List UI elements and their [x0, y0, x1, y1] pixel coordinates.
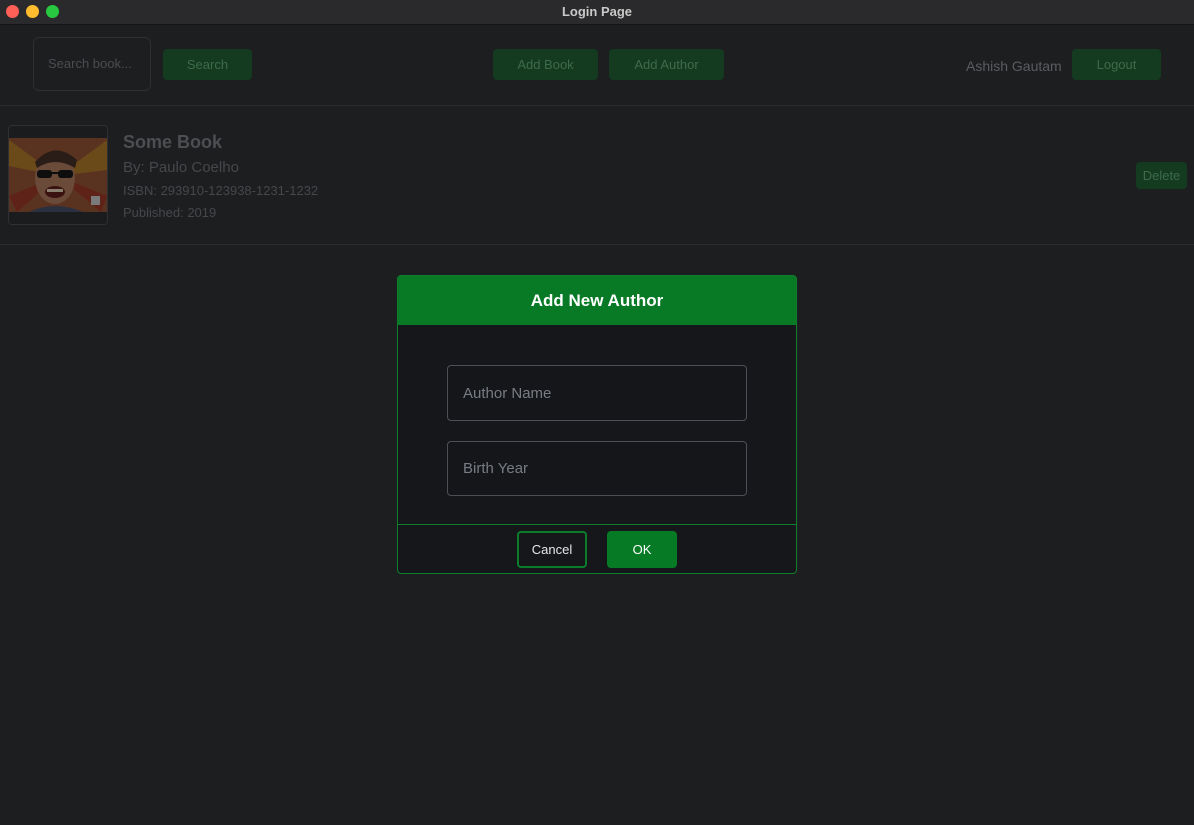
top-toolbar: Search book... Search Add Book Add Autho… [0, 25, 1194, 106]
birth-year-input[interactable] [447, 441, 747, 496]
search-input[interactable]: Search book... [33, 37, 151, 91]
book-published: Published: 2019 [123, 205, 217, 220]
dialog-title: Add New Author [398, 276, 796, 325]
window-titlebar: Login Page [0, 0, 1194, 25]
add-book-button[interactable]: Add Book [493, 49, 598, 80]
dialog-footer: Cancel OK [398, 524, 796, 573]
book-list-item: Some Book By: Paulo Coelho ISBN: 293910-… [0, 106, 1194, 245]
book-author: By: Paulo Coelho [123, 159, 239, 176]
book-isbn: ISBN: 293910-123938-1231-1232 [123, 183, 319, 198]
add-author-button[interactable]: Add Author [609, 49, 724, 80]
search-button[interactable]: Search [163, 49, 252, 80]
author-name-input[interactable] [447, 365, 747, 421]
book-title: Some Book [123, 132, 223, 152]
add-author-dialog: Add New Author Cancel OK [397, 275, 797, 574]
cancel-button[interactable]: Cancel [517, 531, 587, 568]
book-cover-image [8, 125, 108, 225]
window-title: Login Page [561, 4, 633, 19]
user-name: Ashish Gautam [966, 58, 1062, 74]
delete-book-button[interactable]: Delete [1136, 162, 1187, 189]
ok-button[interactable]: OK [607, 531, 677, 568]
logout-button[interactable]: Logout [1072, 49, 1161, 80]
